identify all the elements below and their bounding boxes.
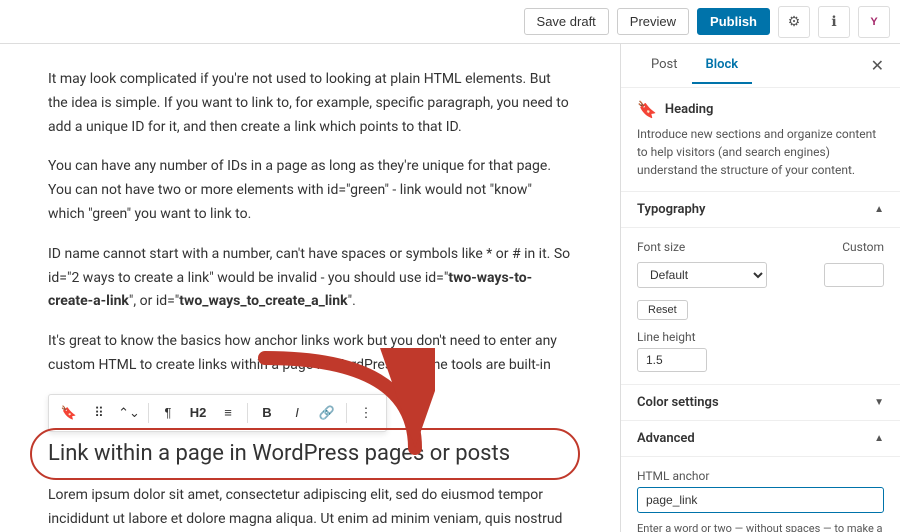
sidebar-tabs: Post Block: [637, 47, 752, 84]
save-draft-button[interactable]: Save draft: [524, 8, 609, 35]
lorem-paragraph: Lorem ipsum dolor sit amet, consectetur …: [48, 484, 572, 532]
html-anchor-label: HTML anchor: [637, 469, 884, 483]
block-header: 🔖 Heading: [637, 100, 884, 119]
custom-size-input[interactable]: [824, 263, 884, 287]
toolbar-drag-button[interactable]: ⠿: [85, 399, 113, 427]
reset-button[interactable]: Reset: [637, 300, 688, 320]
toolbar-move-button[interactable]: ⌃⌄: [115, 399, 143, 427]
advanced-description: Enter a word or two — without spaces — t…: [637, 521, 884, 532]
toolbar-separator-2: [247, 403, 248, 423]
paragraph-4: It's great to know the basics how anchor…: [48, 330, 572, 378]
advanced-collapse-icon: ▲: [874, 433, 884, 444]
editor-area[interactable]: It may look complicated if you're not us…: [0, 44, 620, 532]
line-height-label: Line height: [637, 330, 884, 344]
info-icon-button[interactable]: ℹ: [818, 6, 850, 38]
heading-container: Link within a page in WordPress pages or…: [48, 436, 572, 473]
typography-section-header[interactable]: Typography ▲: [621, 192, 900, 228]
block-info-section: 🔖 Heading Introduce new sections and org…: [621, 88, 900, 192]
topbar: Save draft Preview Publish ⚙ ℹ Y: [0, 0, 900, 44]
settings-icon-button[interactable]: ⚙: [778, 6, 810, 38]
toolbar-paragraph-button[interactable]: ¶: [154, 399, 182, 427]
paragraph-2: You can have any number of IDs in a page…: [48, 155, 572, 226]
toolbar-more-button[interactable]: ⋮: [352, 399, 380, 427]
advanced-section-header[interactable]: Advanced ▲: [621, 421, 900, 457]
paragraph-1: It may look complicated if you're not us…: [48, 68, 572, 139]
toolbar-link-button[interactable]: 🔗: [313, 399, 341, 427]
tab-post[interactable]: Post: [637, 47, 692, 84]
block-icon: 🔖: [637, 100, 657, 119]
toolbar-separator-1: [148, 403, 149, 423]
html-anchor-input[interactable]: [637, 487, 884, 513]
advanced-body: HTML anchor Enter a word or two — withou…: [621, 457, 900, 532]
line-height-input[interactable]: [637, 348, 707, 372]
publish-button[interactable]: Publish: [697, 8, 770, 35]
toolbar-align-button[interactable]: ≡: [214, 399, 242, 427]
block-toolbar: 🔖 ⠿ ⌃⌄ ¶ H2 ≡ B I 🔗 ⋮: [48, 394, 387, 432]
block-title: Heading: [665, 102, 714, 117]
font-size-select[interactable]: Default Small Medium Large: [637, 262, 767, 288]
typography-body: Font size Custom Default Small Medium La…: [621, 228, 900, 385]
typography-label: Typography: [637, 202, 706, 217]
advanced-label: Advanced: [637, 431, 695, 446]
font-size-label: Font size: [637, 240, 685, 254]
custom-label: Custom: [842, 240, 884, 254]
color-settings-label: Color settings: [637, 395, 719, 410]
paragraph-3: ID name cannot start with a number, can'…: [48, 243, 572, 314]
typography-collapse-icon: ▲: [874, 204, 884, 215]
toolbar-italic-button[interactable]: I: [283, 399, 311, 427]
sidebar: Post Block ✕ 🔖 Heading Introduce new sec…: [620, 44, 900, 532]
toolbar-bold-button[interactable]: B: [253, 399, 281, 427]
block-description: Introduce new sections and organize cont…: [637, 125, 884, 179]
toolbar-separator-3: [346, 403, 347, 423]
font-size-row: Font size Custom: [637, 240, 884, 254]
page-heading[interactable]: Link within a page in WordPress pages or…: [48, 436, 572, 473]
color-settings-section-header[interactable]: Color settings ▼: [621, 385, 900, 421]
color-settings-collapse-icon: ▼: [874, 397, 884, 408]
toolbar-bookmark-button[interactable]: 🔖: [55, 399, 83, 427]
sidebar-close-button[interactable]: ✕: [871, 56, 884, 76]
main-area: It may look complicated if you're not us…: [0, 44, 900, 532]
toolbar-h2-button[interactable]: H2: [184, 399, 212, 427]
sidebar-header: Post Block ✕: [621, 44, 900, 88]
tab-block[interactable]: Block: [692, 47, 753, 84]
preview-button[interactable]: Preview: [617, 8, 689, 35]
yoast-icon-button[interactable]: Y: [858, 6, 890, 38]
font-size-controls: Default Small Medium Large: [637, 262, 884, 288]
